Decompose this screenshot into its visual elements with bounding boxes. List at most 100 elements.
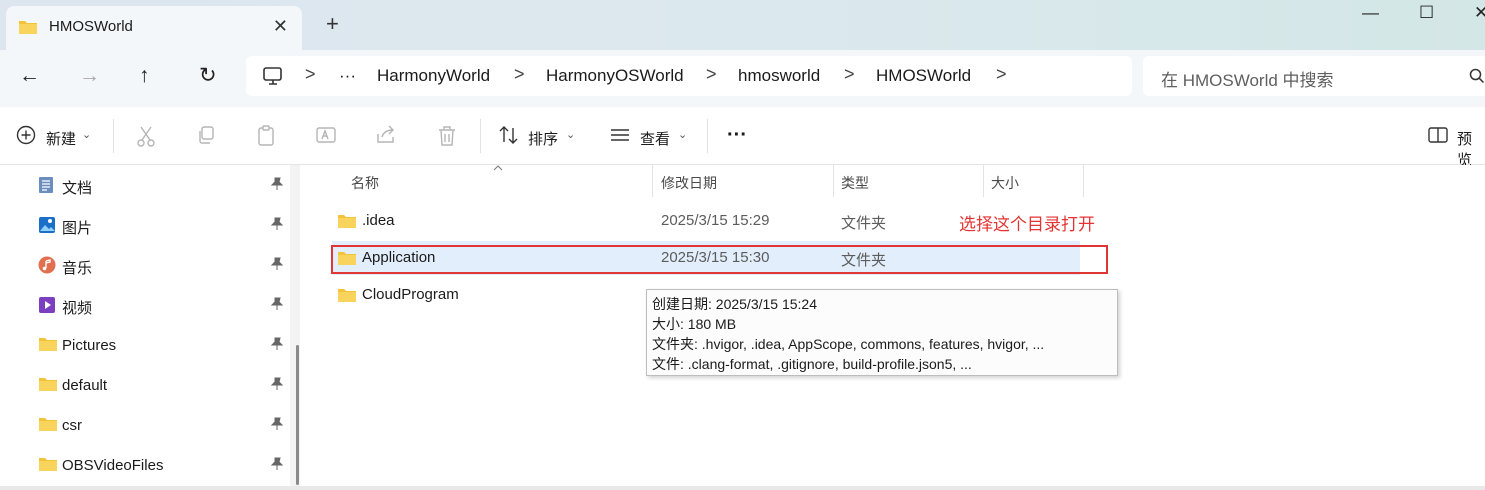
- chevron-down-icon[interactable]: ⌄: [82, 128, 91, 141]
- chevron-down-icon[interactable]: ⌄: [566, 128, 575, 141]
- file-list: 名称 修改日期 类型 大小 .idea 2025/3/15 15:29 文件夹 …: [310, 165, 1485, 490]
- maximize-button[interactable]: ☐: [1419, 3, 1434, 23]
- breadcrumb-more[interactable]: ···: [339, 66, 356, 86]
- delete-icon[interactable]: [437, 125, 457, 147]
- breadcrumb-separator[interactable]: >: [706, 64, 717, 85]
- sidebar-item-music[interactable]: 音乐: [0, 245, 300, 285]
- sidebar-item-label: 视频: [62, 300, 93, 317]
- sidebar-item-pictures-folder[interactable]: Pictures: [0, 325, 300, 365]
- tooltip-files: 文件: .clang-format, .gitignore, build-pro…: [652, 356, 972, 372]
- rename-icon[interactable]: [315, 125, 337, 145]
- preview-button[interactable]: 预览: [1457, 128, 1485, 170]
- paste-icon[interactable]: [256, 125, 276, 147]
- view-icon[interactable]: [609, 125, 631, 145]
- file-name: .idea: [362, 212, 395, 229]
- more-options-button[interactable]: ···: [727, 124, 747, 147]
- pin-icon[interactable]: [270, 297, 284, 311]
- folder-icon: [338, 215, 356, 228]
- annotation-highlight-box: [331, 245, 1108, 274]
- sidebar-item-label: default: [62, 377, 108, 394]
- divider: [113, 119, 114, 153]
- forward-button[interactable]: →: [79, 64, 100, 88]
- new-button[interactable]: 新建: [46, 128, 76, 149]
- refresh-button[interactable]: ↻: [199, 64, 217, 88]
- close-window-button[interactable]: ✕: [1474, 3, 1485, 23]
- back-button[interactable]: ←: [19, 64, 40, 88]
- sidebar-item-label: 文档: [62, 180, 93, 197]
- breadcrumb-hmosworld-lower[interactable]: hmosworld: [738, 66, 820, 86]
- minimize-button[interactable]: —: [1362, 3, 1379, 23]
- sidebar-item-label: 图片: [62, 220, 93, 237]
- column-header-size[interactable]: 大小: [991, 173, 1019, 193]
- sidebar-scrollbar-thumb[interactable]: [296, 345, 299, 485]
- search-icon[interactable]: [1469, 68, 1485, 84]
- file-type: 文件夹: [841, 215, 887, 232]
- file-modified: 2025/3/15 15:29: [661, 212, 770, 229]
- sidebar-item-label: csr: [62, 417, 82, 434]
- folder-icon: [39, 378, 57, 391]
- column-divider[interactable]: [652, 165, 653, 197]
- address-bar[interactable]: > ··· HarmonyWorld > HarmonyOSWorld > hm…: [246, 56, 1132, 96]
- tab-title: HMOSWorld: [49, 18, 133, 35]
- up-button[interactable]: ↑: [139, 64, 150, 88]
- copy-icon[interactable]: [196, 125, 216, 145]
- sort-ascending-icon: [493, 165, 503, 171]
- preview-pane-icon[interactable]: [1427, 125, 1449, 145]
- file-name: CloudProgram: [362, 286, 459, 303]
- view-button[interactable]: 查看: [640, 128, 670, 149]
- cut-icon[interactable]: [136, 125, 156, 147]
- folder-icon: [338, 289, 356, 302]
- pin-icon[interactable]: [270, 337, 284, 351]
- sidebar-item-default[interactable]: default: [0, 365, 300, 405]
- sidebar-item-documents[interactable]: 文档: [0, 165, 300, 205]
- column-header-modified[interactable]: 修改日期: [661, 173, 717, 193]
- column-header-name[interactable]: 名称: [351, 173, 379, 193]
- new-tab-button[interactable]: +: [326, 13, 339, 35]
- folder-icon: [19, 21, 37, 34]
- sidebar-item-pictures[interactable]: 图片: [0, 205, 300, 245]
- breadcrumb-separator[interactable]: >: [514, 64, 525, 85]
- folder-tooltip: 创建日期: 2025/3/15 15:24 大小: 180 MB 文件夹: .h…: [646, 289, 1118, 376]
- column-divider[interactable]: [983, 165, 984, 197]
- chevron-down-icon[interactable]: ⌄: [678, 128, 687, 141]
- pin-icon[interactable]: [270, 417, 284, 431]
- tooltip-folders: 文件夹: .hvigor, .idea, AppScope, commons, …: [652, 336, 1045, 352]
- breadcrumb-separator[interactable]: >: [996, 64, 1007, 85]
- sidebar-item-label: 音乐: [62, 260, 93, 277]
- sidebar-item-label: OBSVideoFiles: [62, 457, 164, 474]
- breadcrumb-separator[interactable]: >: [844, 64, 855, 85]
- navigation-pane: 文档 图片 音乐 视频 Pictures default csr OBSVide…: [0, 165, 310, 490]
- folder-icon: [39, 338, 57, 351]
- new-plus-icon[interactable]: [16, 125, 36, 145]
- divider: [480, 119, 481, 153]
- breadcrumb-harmonyosworld[interactable]: HarmonyOSWorld: [546, 66, 684, 86]
- search-input[interactable]: 在 HMOSWorld 中搜索: [1143, 56, 1485, 96]
- breadcrumb-harmonyworld[interactable]: HarmonyWorld: [377, 66, 490, 86]
- column-divider[interactable]: [1083, 165, 1084, 197]
- video-icon: [39, 297, 55, 313]
- sort-button[interactable]: 排序: [528, 128, 558, 149]
- sort-icon[interactable]: [498, 125, 520, 145]
- tab-hmosworld[interactable]: HMOSWorld ✕: [6, 6, 302, 50]
- share-icon[interactable]: [375, 125, 397, 145]
- column-divider[interactable]: [833, 165, 834, 197]
- search-placeholder: 在 HMOSWorld 中搜索: [1161, 71, 1334, 90]
- pin-icon[interactable]: [270, 457, 284, 471]
- pin-icon[interactable]: [270, 217, 284, 231]
- window-bottom-border: [0, 486, 1485, 490]
- sidebar-item-obsvideofiles[interactable]: OBSVideoFiles: [0, 445, 300, 485]
- divider: [707, 119, 708, 153]
- tab-close-icon[interactable]: ✕: [273, 16, 288, 37]
- folder-icon: [39, 418, 57, 431]
- pin-icon[interactable]: [270, 257, 284, 271]
- breadcrumb-hmosworld[interactable]: HMOSWorld: [876, 66, 971, 86]
- pin-icon[interactable]: [270, 377, 284, 391]
- command-bar: 新建 ⌄ 排序 ⌄ 查看 ⌄ ··· 预览: [0, 107, 1485, 169]
- sidebar-item-label: Pictures: [62, 337, 117, 354]
- sidebar-item-videos[interactable]: 视频: [0, 285, 300, 325]
- pin-icon[interactable]: [270, 177, 284, 191]
- folder-icon: [39, 458, 57, 471]
- sidebar-item-csr[interactable]: csr: [0, 405, 300, 445]
- column-header-type[interactable]: 类型: [841, 173, 869, 193]
- breadcrumb-separator: >: [305, 64, 316, 84]
